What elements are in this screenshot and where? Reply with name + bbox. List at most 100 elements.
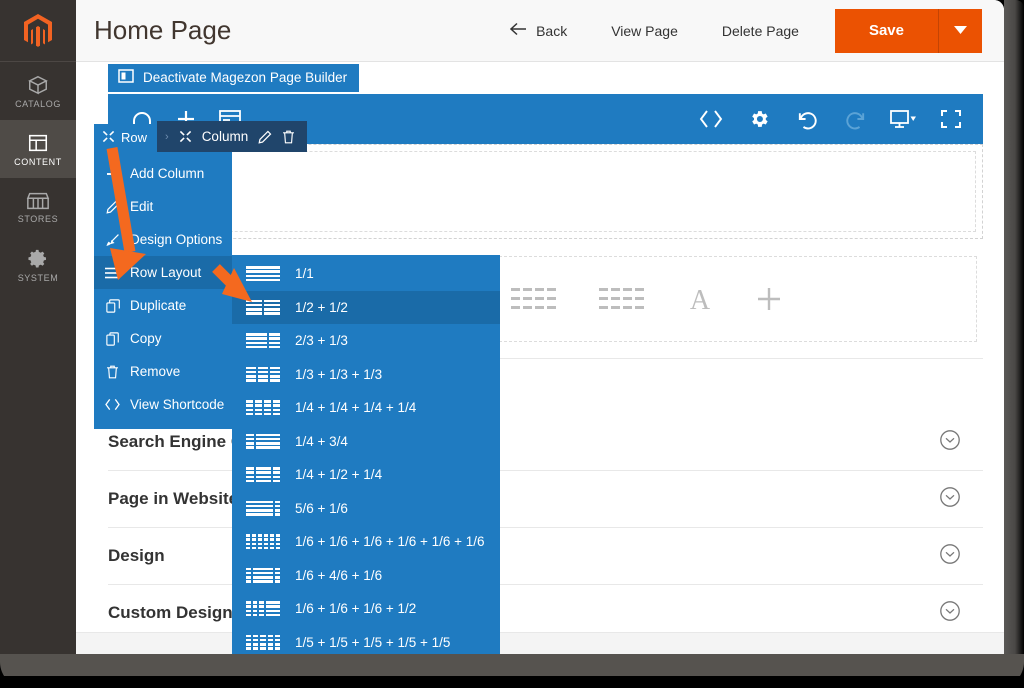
chevron-down-icon [954, 23, 967, 38]
sidebar-item-label: CATALOG [15, 99, 61, 109]
redo-icon [835, 99, 875, 139]
menu-item-label: Row Layout [130, 265, 201, 280]
gear-icon[interactable] [739, 99, 779, 139]
header-actions: Back View Page Delete Page Save [488, 9, 1004, 53]
layout-option-1-1[interactable]: 1/1 [232, 257, 500, 291]
pencil-icon [104, 200, 121, 214]
save-split-button: Save [835, 9, 982, 53]
plus-icon[interactable] [755, 285, 783, 313]
chevron-down-circle-icon[interactable] [939, 486, 961, 513]
menu-item-label: Edit [130, 199, 153, 214]
trash-icon [104, 365, 121, 379]
screen: CATALOG CONTENT STORES [0, 0, 1004, 654]
menu-item-duplicate[interactable]: Duplicate [94, 289, 232, 322]
layout-icon [27, 132, 49, 154]
code-icon[interactable] [691, 99, 731, 139]
layout-option-label: 1/3 + 1/3 + 1/3 [295, 367, 382, 382]
rows-icon [104, 267, 121, 279]
sidebar-item-content[interactable]: CONTENT [0, 120, 76, 178]
deactivate-page-builder-button[interactable]: Deactivate Magezon Page Builder [108, 64, 359, 92]
layout-option-1-2-1-2[interactable]: 1/2 + 1/2 [232, 291, 500, 325]
menu-item-add-column[interactable]: Add Column [94, 157, 232, 190]
row-context-menu: Add Column Edit Design Options [94, 151, 232, 429]
layout-option-1-6-x6[interactable]: 1/6 + 1/6 + 1/6 + 1/6 + 1/6 + 1/6 [232, 525, 500, 559]
column-breadcrumb-panel: › Column [157, 121, 307, 152]
layout-glyph [246, 534, 282, 549]
layout-option-5-6-1-6[interactable]: 5/6 + 1/6 [232, 492, 500, 526]
row-layout-submenu: 1/1 1/2 + 1/2 2/3 + 1/3 1/3 + 1/3 + 1/3 … [232, 255, 500, 654]
copy-icon [104, 332, 121, 346]
chevron-down-circle-icon[interactable] [939, 543, 961, 570]
menu-item-label: Add Column [130, 166, 204, 181]
admin-sidebar: CATALOG CONTENT STORES [0, 0, 76, 654]
layout-glyph [246, 467, 282, 482]
pencil-icon[interactable] [258, 130, 272, 144]
layout-option-1-4-1-2-1-4[interactable]: 1/4 + 1/2 + 1/4 [232, 458, 500, 492]
page-header: Home Page Back View Page Delete Page Sav… [76, 0, 1004, 62]
layout-option-1-5-x5[interactable]: 1/5 + 1/5 + 1/5 + 1/5 + 1/5 [232, 626, 500, 655]
layout-option-1-4-x4[interactable]: 1/4 + 1/4 + 1/4 + 1/4 [232, 391, 500, 425]
layout-option-1-4-3-4[interactable]: 1/4 + 3/4 [232, 425, 500, 459]
trash-icon[interactable] [282, 130, 295, 144]
save-dropdown-button[interactable] [938, 9, 982, 53]
sidebar-item-label: STORES [18, 214, 58, 224]
breadcrumb-row-button[interactable]: Row [94, 124, 157, 151]
canvas-row-1[interactable]: + [108, 144, 983, 239]
chevron-down-circle-icon[interactable] [939, 600, 961, 627]
undo-icon[interactable] [787, 99, 827, 139]
four-column-blocks-icon[interactable] [511, 286, 557, 312]
layout-option-1-6-4-6-1-6[interactable]: 1/6 + 4/6 + 1/6 [232, 559, 500, 593]
layout-glyph [246, 601, 282, 616]
menu-item-remove[interactable]: Remove [94, 355, 232, 388]
save-button[interactable]: Save [835, 9, 938, 53]
menu-item-design-options[interactable]: Design Options [94, 223, 232, 256]
accordion-title: Custom Design [108, 603, 233, 623]
menu-item-label: View Shortcode [130, 397, 224, 412]
layout-option-label: 2/3 + 1/3 [295, 333, 348, 348]
sidebar-item-label: SYSTEM [18, 273, 59, 283]
box-icon [27, 74, 49, 96]
page-title: Home Page [94, 15, 231, 46]
device-preview-icon[interactable] [883, 99, 923, 139]
deactivate-label: Deactivate Magezon Page Builder [143, 70, 347, 85]
magento-logo-icon[interactable] [0, 0, 76, 62]
device-base [0, 654, 1024, 688]
layout-option-1-6-1-6-1-6-1-2[interactable]: 1/6 + 1/6 + 1/6 + 1/2 [232, 592, 500, 626]
accordion-title: Design [108, 546, 165, 566]
store-icon [26, 191, 50, 211]
duplicate-icon [104, 299, 121, 313]
layout-glyph [246, 400, 282, 415]
toolbar-right-group [691, 99, 983, 139]
layout-option-label: 1/6 + 1/6 + 1/6 + 1/2 [295, 601, 416, 616]
menu-item-label: Remove [130, 364, 180, 379]
plus-icon [104, 167, 121, 181]
screen-bezel-right [1004, 0, 1024, 654]
layout-option-1-3-1-3-1-3[interactable]: 1/3 + 1/3 + 1/3 [232, 358, 500, 392]
sidebar-item-stores[interactable]: STORES [0, 178, 76, 236]
delete-page-button[interactable]: Delete Page [700, 23, 821, 39]
menu-item-copy[interactable]: Copy [94, 322, 232, 355]
layout-glyph [246, 568, 282, 583]
device-frame: CATALOG CONTENT STORES [0, 0, 1024, 688]
text-A-icon[interactable]: A [687, 285, 713, 313]
layout-option-label: 1/1 [295, 266, 314, 281]
layout-option-2-3-1-3[interactable]: 2/3 + 1/3 [232, 324, 500, 358]
back-button[interactable]: Back [488, 22, 589, 39]
grid-blocks-icon[interactable] [599, 286, 645, 312]
breadcrumb-column-label[interactable]: Column [202, 129, 249, 144]
layout-option-label: 1/4 + 3/4 [295, 434, 348, 449]
menu-item-edit[interactable]: Edit [94, 190, 232, 223]
menu-item-row-layout[interactable]: Row Layout [94, 256, 232, 289]
sidebar-item-catalog[interactable]: CATALOG [0, 62, 76, 120]
sidebar-item-system[interactable]: SYSTEM [0, 236, 76, 294]
layout-option-label: 5/6 + 1/6 [295, 501, 348, 516]
move-icon[interactable] [179, 130, 192, 143]
breadcrumb-separator: › [165, 131, 169, 143]
chevron-down-circle-icon[interactable] [939, 429, 961, 456]
builder-footer-bar [76, 632, 1004, 654]
sidebar-item-label: CONTENT [14, 157, 62, 167]
menu-item-view-shortcode[interactable]: View Shortcode [94, 388, 232, 421]
breadcrumb-row-label: Row [121, 130, 147, 145]
fullscreen-icon[interactable] [931, 99, 971, 139]
view-page-button[interactable]: View Page [589, 23, 700, 39]
